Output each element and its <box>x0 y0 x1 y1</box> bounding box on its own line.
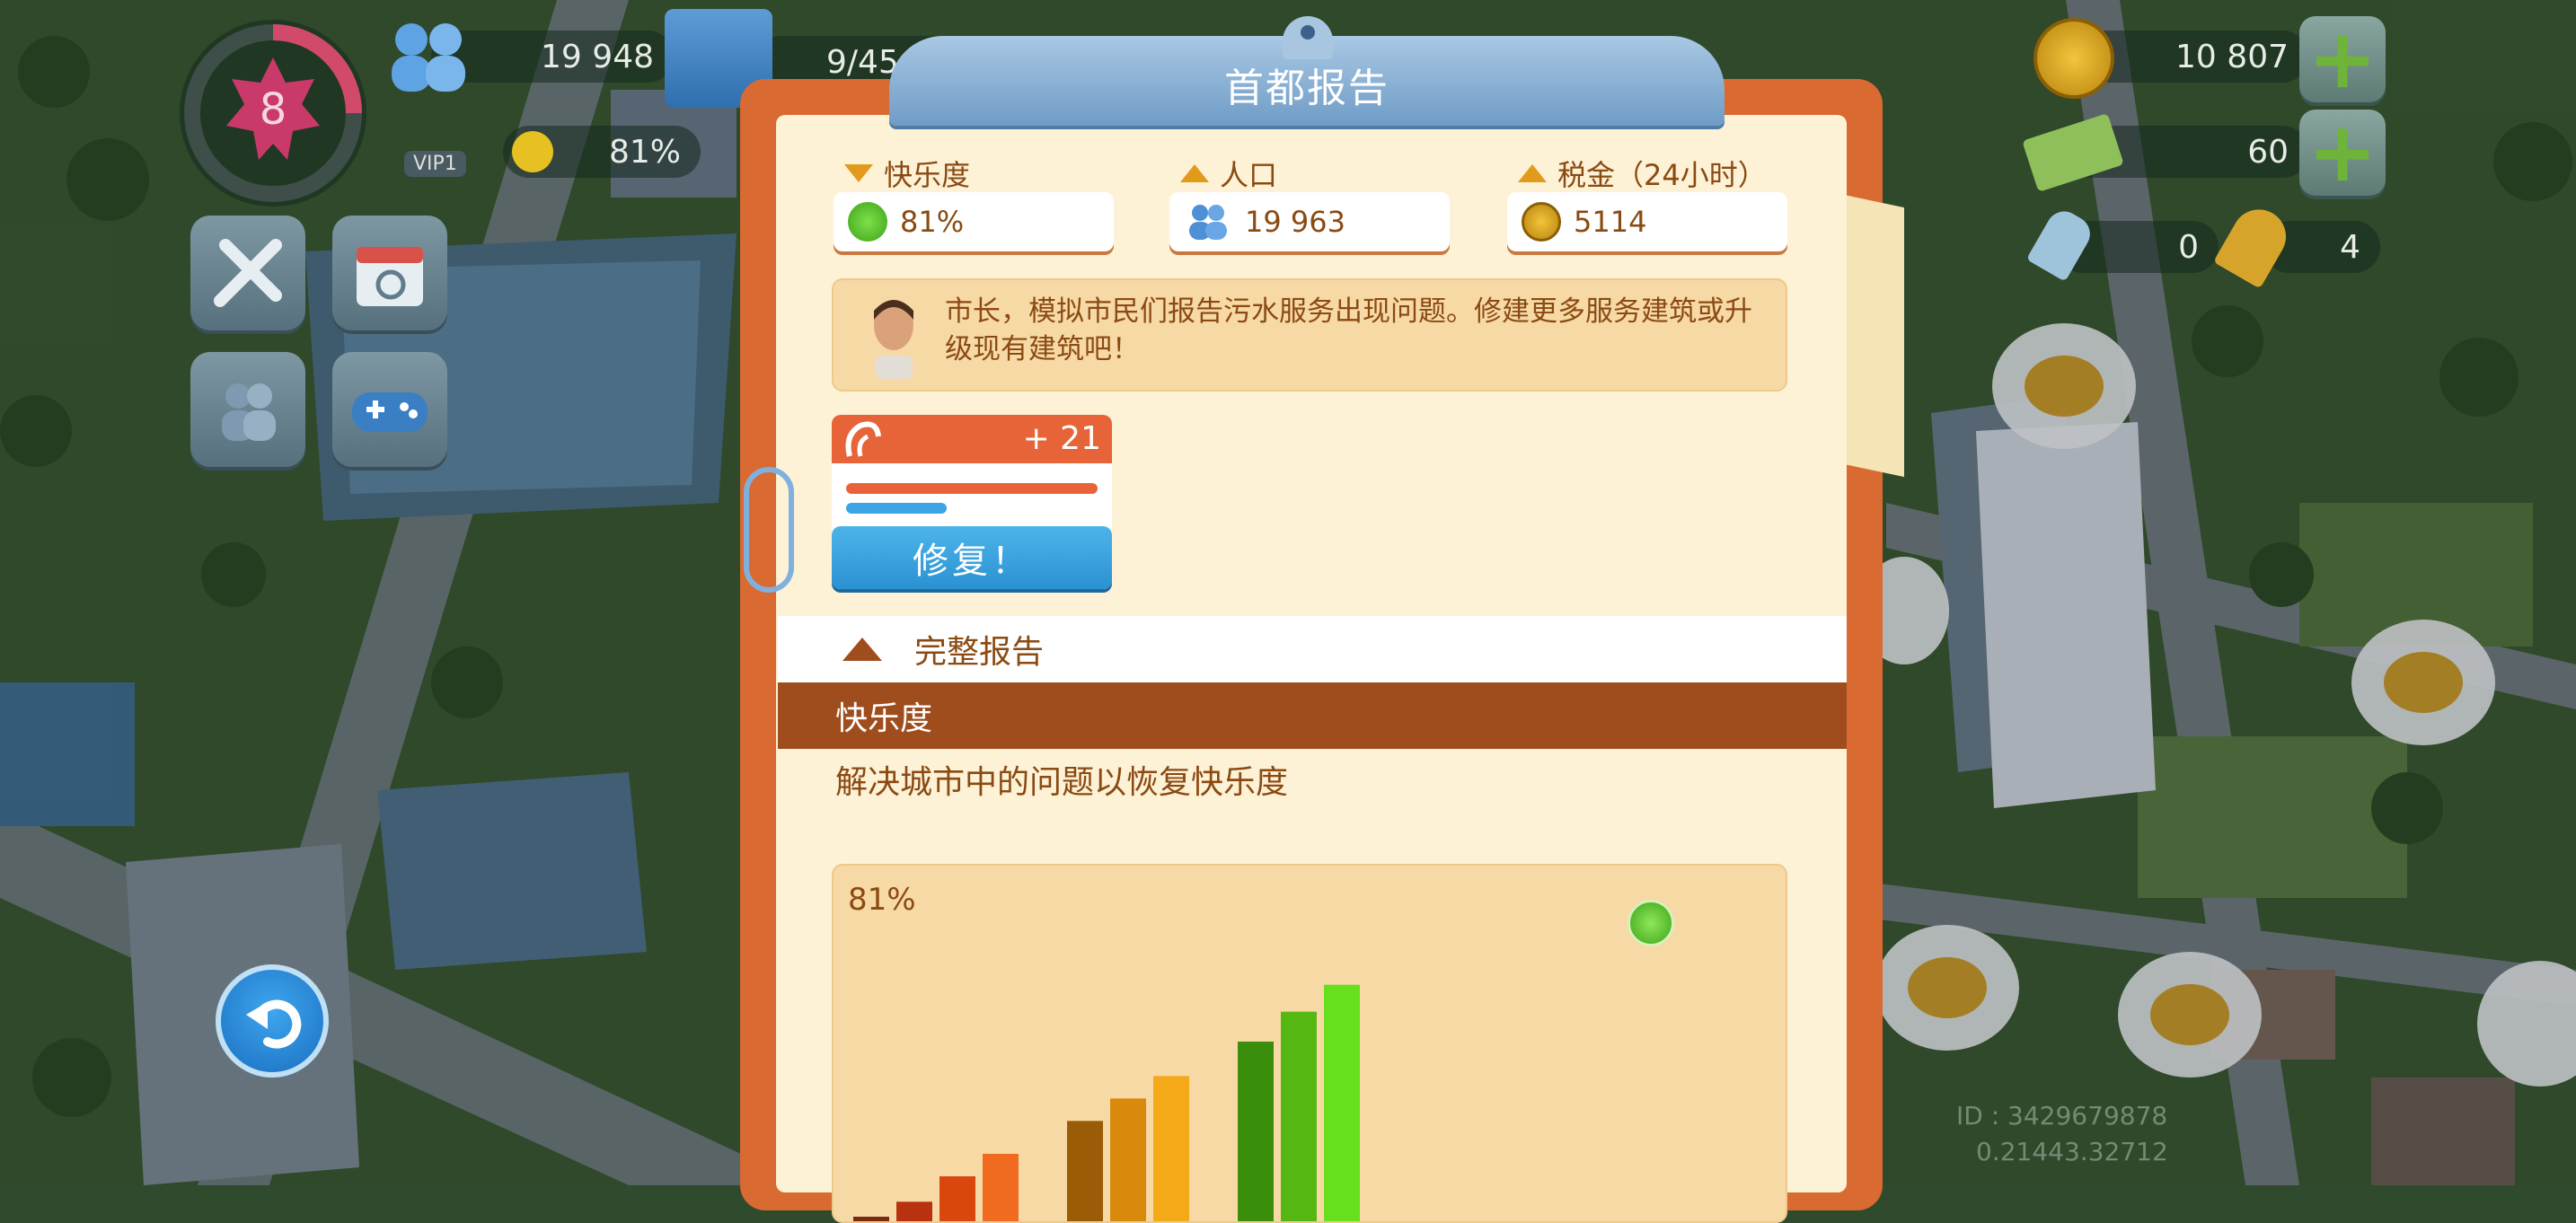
happiness-bar-1-1 <box>1110 1098 1146 1221</box>
clip-knob <box>1283 16 1333 59</box>
storage-value: 9/45 <box>826 43 899 81</box>
friends-icon <box>222 383 276 441</box>
fix-button[interactable]: 修复！ <box>832 526 1112 589</box>
arrow-up-icon <box>1518 164 1547 182</box>
tax-stat-value: 5114 <box>1574 205 1647 239</box>
debug-version: 0.21443.32712 <box>1976 1137 2168 1166</box>
happiness-bar-1-2 <box>1153 1076 1189 1221</box>
section-title: 快乐度 <box>835 700 933 737</box>
happiness-bar-0-3 <box>983 1154 1019 1221</box>
simoleons-value: 10 807 <box>2175 38 2289 75</box>
population-label-text: 人口 <box>1220 158 1278 192</box>
happiness-bar-0-0 <box>853 1217 889 1221</box>
game-controller-button[interactable] <box>332 352 447 467</box>
simoleon-coin-icon <box>1522 202 1561 242</box>
happiness-stat-value: 81% <box>900 205 965 239</box>
population-stat-label: 人口 <box>1180 153 1277 194</box>
full-report-label: 完整报告 <box>914 634 1045 671</box>
wrench-icon <box>214 239 282 307</box>
level-badge[interactable]: 8 <box>180 20 366 207</box>
population-value: 19 948 <box>541 38 654 75</box>
happiness-bar-2-0 <box>1238 1042 1274 1221</box>
events-calendar-button[interactable] <box>332 216 447 330</box>
chart-smiley-icon <box>1628 900 1674 946</box>
arrow-up-icon <box>1180 164 1209 182</box>
triangle-up-icon <box>842 638 882 661</box>
advisor-message-box: 市长，模拟市民们报告污水服务出现问题。修建更多服务建筑或升级现有建筑吧！ <box>832 278 1787 392</box>
population-stat-box: 19 963 <box>1169 192 1450 251</box>
smiley-icon <box>512 131 553 172</box>
full-report-toggle[interactable]: 完整报告 <box>778 616 1847 682</box>
advisor-avatar <box>864 293 923 379</box>
calendar-icon <box>357 247 423 306</box>
sewage-issue-card[interactable]: + 21 修复！ <box>832 415 1112 591</box>
issue-card-header: + 21 <box>832 415 1112 463</box>
happiness-bar-2-2 <box>1324 984 1360 1221</box>
panel-title: 首都报告 <box>1224 66 1389 111</box>
issue-demand-bar <box>846 483 1098 494</box>
add-simoleons-button[interactable]: + <box>2299 16 2386 102</box>
happiness-bar-2-1 <box>1281 1011 1317 1221</box>
happiness-section-header: 快乐度 <box>778 682 1847 749</box>
happiness-bar-1-0 <box>1067 1121 1103 1221</box>
add-simcash-button[interactable]: + <box>2299 110 2386 196</box>
level-number: 8 <box>259 84 287 135</box>
people-icon <box>1189 205 1227 240</box>
smiley-icon <box>848 202 887 242</box>
population-stat-value: 19 963 <box>1245 205 1345 239</box>
happiness-bar-0-2 <box>940 1176 975 1221</box>
happiness-label-text: 快乐度 <box>884 158 971 192</box>
sewage-service-icon <box>845 421 881 457</box>
tax-stat-box: 5114 <box>1507 192 1787 251</box>
social-friends-button[interactable] <box>190 352 305 467</box>
gamepad-icon <box>352 392 428 432</box>
population-icon <box>377 14 476 95</box>
happiness-hud-value: 81% <box>608 133 681 171</box>
happiness-chart: 81% <box>832 864 1787 1223</box>
tax-stat-label: 税金（24小时） <box>1518 153 1767 194</box>
plus-icon: + <box>2307 11 2378 107</box>
golden-keys-value: 0 <box>2178 228 2199 266</box>
simoleon-coin-icon <box>2033 18 2114 99</box>
build-tools-button[interactable] <box>190 216 305 330</box>
vip-badge[interactable]: VIP1 <box>404 151 466 177</box>
arrow-down-icon <box>844 164 873 182</box>
paper-clip-icon <box>744 467 794 593</box>
happiness-bar-0-1 <box>896 1201 932 1221</box>
back-button[interactable] <box>216 964 329 1078</box>
debug-user-id: ID : 3429679878 <box>1956 1101 2168 1131</box>
issue-progress-area <box>832 463 1112 535</box>
section-description: 解决城市中的问题以恢复快乐度 <box>835 764 1289 801</box>
happiness-stat-box: 81% <box>834 192 1114 251</box>
happiness-stat-label: 快乐度 <box>844 153 970 194</box>
simcash-value: 60 <box>2247 133 2289 171</box>
issue-coverage-bar <box>846 503 947 514</box>
advisor-message: 市长，模拟市民们报告污水服务出现问题。修建更多服务建筑或升级现有建筑吧！ <box>945 295 1752 365</box>
plus-icon: + <box>2307 104 2378 200</box>
tax-label-text: 税金（24小时） <box>1557 158 1767 192</box>
undo-arrow-icon <box>246 999 302 1049</box>
platinum-keys-value: 4 <box>2340 228 2360 266</box>
issue-count: + 21 <box>1022 420 1101 457</box>
